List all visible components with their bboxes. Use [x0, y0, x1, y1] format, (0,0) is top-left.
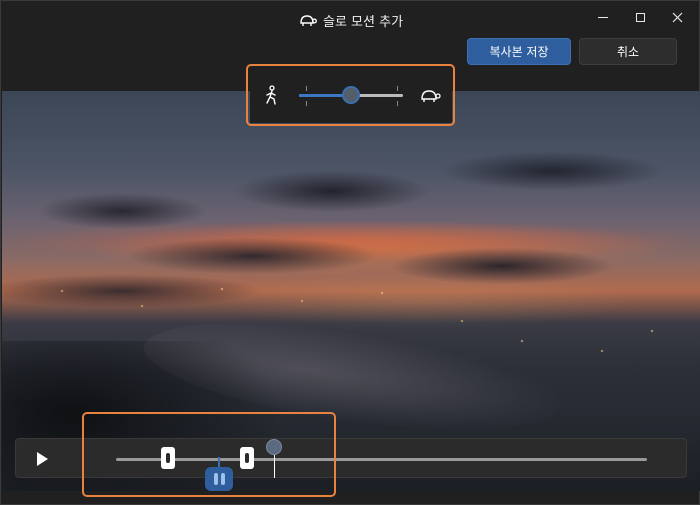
- maximize-button[interactable]: [622, 1, 658, 33]
- slow-motion-title: 슬로 모션 추가: [299, 10, 403, 30]
- minimize-icon: [598, 16, 608, 18]
- photos-video-editor-window: 슬로 모션 추가 복사본 저장 취소: [0, 0, 700, 505]
- highlight-timeline-segment: [82, 412, 336, 497]
- cancel-button[interactable]: 취소: [579, 38, 677, 65]
- maximize-icon: [635, 12, 645, 22]
- turtle-icon: [300, 15, 317, 26]
- save-copy-button[interactable]: 복사본 저장: [467, 38, 571, 65]
- play-button[interactable]: [32, 450, 52, 468]
- close-button[interactable]: [659, 1, 695, 33]
- play-icon: [37, 452, 48, 466]
- slow-motion-label: 슬로 모션 추가: [323, 14, 404, 30]
- highlight-speed-slider: [246, 64, 455, 126]
- close-icon: [672, 12, 682, 22]
- minimize-button[interactable]: [585, 1, 621, 33]
